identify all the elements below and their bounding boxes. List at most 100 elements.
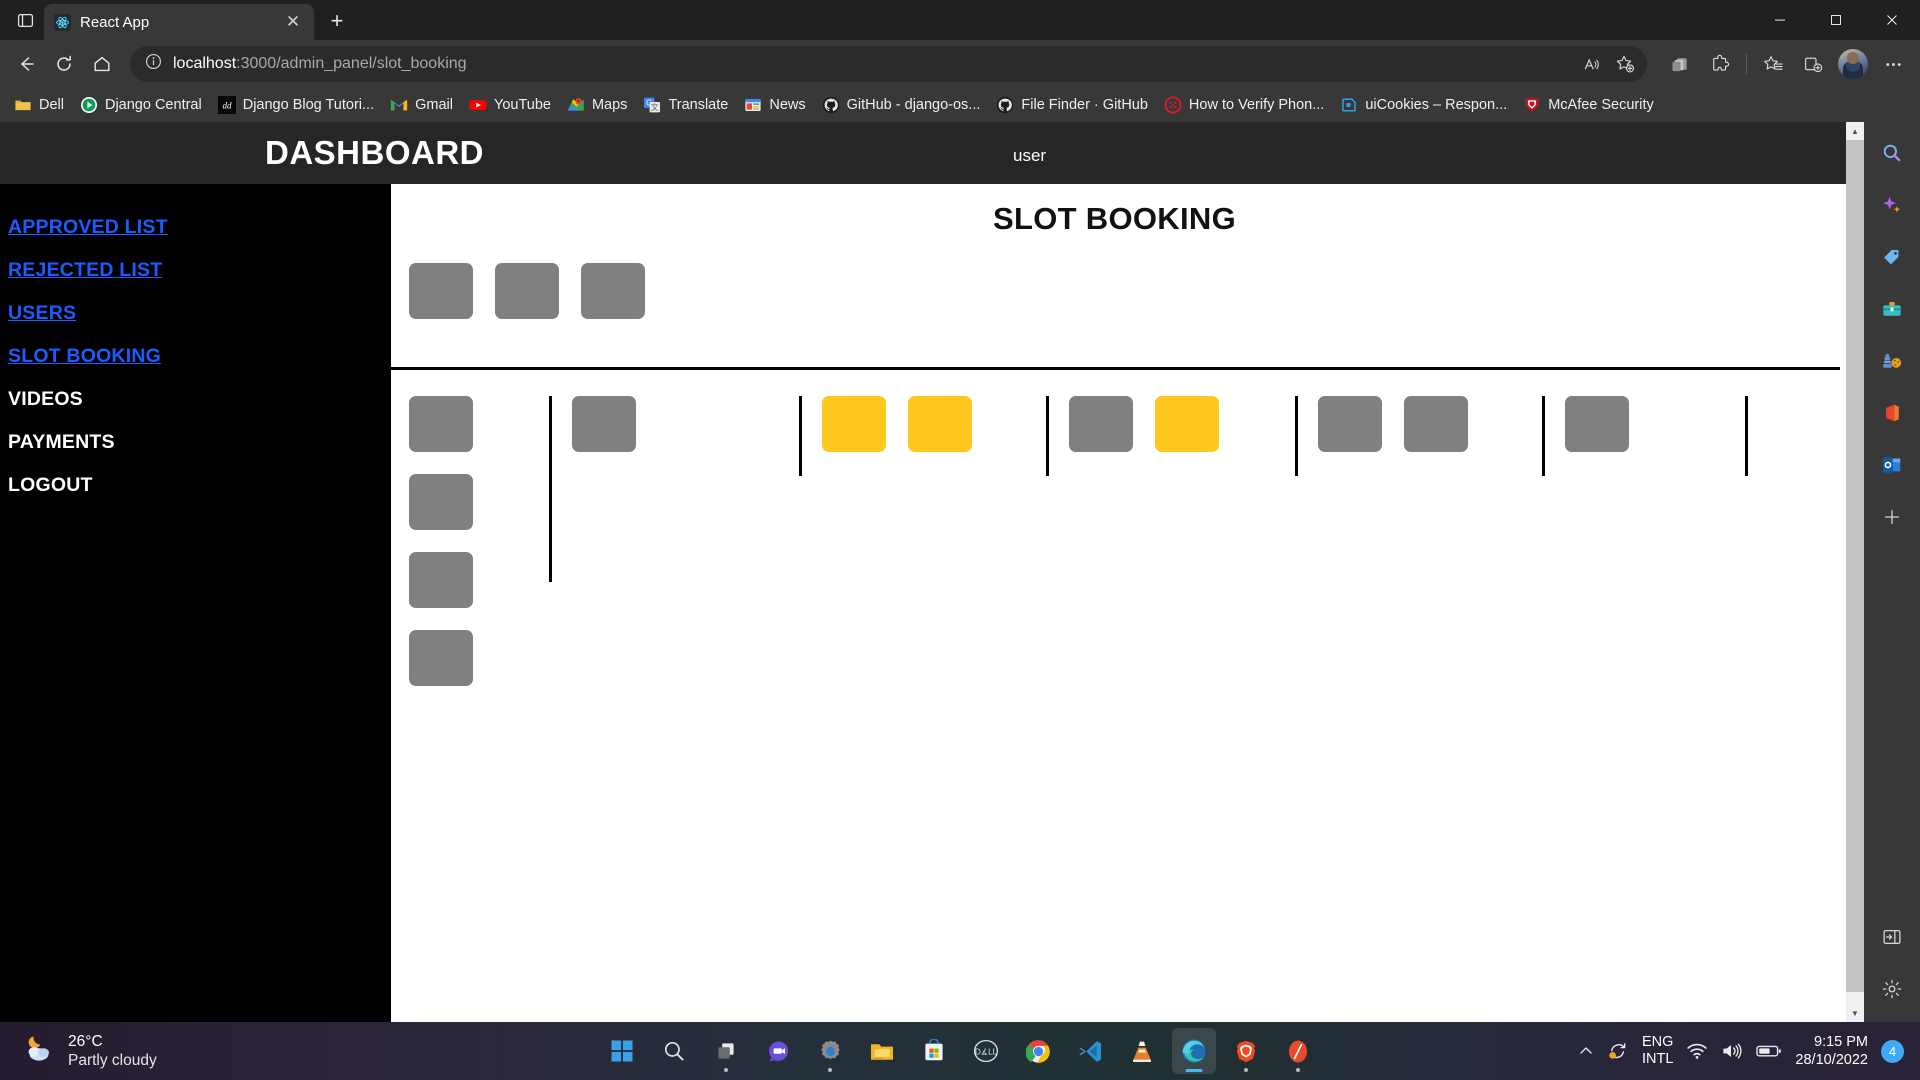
sidebar-item-payments[interactable]: PAYMENTS [0, 421, 391, 464]
dell-button[interactable]: D∡LL [964, 1028, 1008, 1074]
sidebar-item-approved-list[interactable]: APPROVED LIST [0, 206, 391, 249]
tab-actions-button[interactable] [6, 3, 44, 37]
microsoft-store-button[interactable] [912, 1028, 956, 1074]
slot-box[interactable] [495, 263, 559, 319]
maximize-button[interactable] [1808, 0, 1864, 40]
bookmark-item[interactable]: How to Verify Phon... [1156, 92, 1332, 118]
add-to-favorites-button[interactable] [1609, 49, 1641, 79]
bookmark-item[interactable]: dd Django Blog Tutori... [210, 92, 382, 118]
slot-box[interactable] [1565, 396, 1629, 452]
favorites-button[interactable] [1754, 46, 1792, 82]
bookmark-item[interactable]: News [736, 92, 813, 118]
show-hidden-icons-button[interactable] [1578, 1043, 1594, 1059]
network-button[interactable] [1686, 1042, 1708, 1060]
collections-button[interactable] [1661, 46, 1699, 82]
bookmark-item[interactable]: McAfee Security [1515, 92, 1662, 118]
bookmark-item[interactable]: uiCookies – Respon... [1332, 92, 1515, 118]
scrollbar-thumb[interactable] [1846, 140, 1864, 992]
slot-box-booked[interactable] [822, 396, 886, 452]
file-explorer-button[interactable] [860, 1028, 904, 1074]
office-icon[interactable] [1872, 396, 1912, 430]
slot-box-booked[interactable] [1155, 396, 1219, 452]
maximize-icon [1831, 15, 1841, 25]
folder-icon [14, 96, 32, 114]
volume-icon [1723, 1043, 1742, 1059]
home-button[interactable] [84, 46, 120, 82]
slot-box[interactable] [581, 263, 645, 319]
reload-button[interactable] [46, 46, 82, 82]
opera-gx-button[interactable] [1276, 1028, 1320, 1074]
sidebar-item-videos[interactable]: VIDEOS [0, 378, 391, 421]
sidebar-item-users[interactable]: USERS [0, 292, 391, 335]
browser-tab[interactable]: React App ✕ [44, 4, 314, 40]
minimize-button[interactable] [1752, 0, 1808, 40]
slot-box[interactable] [1318, 396, 1382, 452]
start-button[interactable] [600, 1028, 644, 1074]
vscode-button[interactable] [1068, 1028, 1112, 1074]
close-tab-button[interactable]: ✕ [282, 11, 304, 33]
bookmark-item[interactable]: GitHub - django-os... [814, 92, 989, 118]
sidebar-item-logout[interactable]: LOGOUT [0, 464, 391, 507]
page-scrollbar[interactable]: ▲ ▼ [1846, 122, 1864, 1022]
extensions-button[interactable] [1701, 46, 1739, 82]
slot-box[interactable] [1069, 396, 1133, 452]
vlc-button[interactable] [1120, 1028, 1164, 1074]
slot-box-booked[interactable] [908, 396, 972, 452]
slot-box[interactable] [409, 474, 473, 530]
scroll-down-arrow-icon[interactable]: ▼ [1846, 1004, 1864, 1022]
settings-button[interactable] [808, 1028, 852, 1074]
bookmark-item[interactable]: Dell [6, 92, 72, 118]
react-icon [54, 13, 71, 31]
slot-box[interactable] [409, 396, 473, 452]
sidebar-settings-icon[interactable] [1872, 972, 1912, 1006]
discover-copilot-icon[interactable] [1872, 188, 1912, 222]
search-icon[interactable] [1872, 136, 1912, 170]
onedrive-sync-icon[interactable] [1607, 1041, 1629, 1061]
edge-button[interactable] [1172, 1028, 1216, 1074]
slot-box[interactable] [409, 552, 473, 608]
volume-button[interactable] [1721, 1042, 1743, 1060]
task-view-button[interactable] [704, 1028, 748, 1074]
tools-icon[interactable] [1872, 292, 1912, 326]
info-icon[interactable] [144, 52, 163, 76]
taskbar-weather-widget[interactable]: 26°C Partly cloudy [0, 1032, 157, 1071]
address-bar[interactable]: localhost:3000/admin_panel/slot_booking [130, 46, 1647, 82]
close-window-button[interactable] [1864, 0, 1920, 40]
notification-badge[interactable]: 4 [1881, 1039, 1904, 1063]
dell-icon: D∡LL [973, 1039, 999, 1063]
split-screen-button[interactable] [1794, 46, 1832, 82]
new-tab-button[interactable]: + [320, 4, 354, 38]
slot-box[interactable] [409, 263, 473, 319]
outlook-icon[interactable] [1872, 448, 1912, 482]
brave-button[interactable] [1224, 1028, 1268, 1074]
back-button[interactable] [8, 46, 44, 82]
bookmark-item[interactable]: Gmail [382, 92, 461, 118]
bookmark-item[interactable]: YouTube [461, 92, 559, 118]
scroll-up-arrow-icon[interactable]: ▲ [1846, 122, 1864, 140]
read-aloud-button[interactable] [1575, 49, 1607, 79]
sidebar-item-slot-booking[interactable]: SLOT BOOKING [0, 335, 391, 378]
games-icon[interactable] [1872, 344, 1912, 378]
add-sidebar-app-icon[interactable] [1872, 500, 1912, 534]
clock-widget[interactable]: 9:15 PM 28/10/2022 [1795, 1033, 1868, 1069]
settings-and-more-button[interactable] [1874, 46, 1912, 82]
slot-box[interactable] [409, 630, 473, 686]
chat-teams-button[interactable] [756, 1028, 800, 1074]
bookmark-item[interactable]: G文 Translate [635, 92, 736, 118]
profile-button[interactable] [1834, 46, 1872, 82]
github-icon [822, 96, 840, 114]
shopping-tag-icon[interactable] [1872, 240, 1912, 274]
scrollbar-track[interactable] [1846, 140, 1864, 1004]
chrome-button[interactable] [1016, 1028, 1060, 1074]
language-indicator[interactable]: ENG INTL [1642, 1034, 1673, 1069]
slot-box[interactable] [1404, 396, 1468, 452]
search-button[interactable] [652, 1028, 696, 1074]
bookmark-item[interactable]: Maps [559, 92, 635, 118]
customize-sidebar-icon[interactable] [1872, 920, 1912, 954]
sidebar-item-rejected-list[interactable]: REJECTED LIST [0, 249, 391, 292]
avatar [1838, 49, 1868, 79]
bookmark-item[interactable]: File Finder · GitHub [988, 92, 1156, 118]
bookmark-item[interactable]: Django Central [72, 92, 210, 118]
slot-box[interactable] [572, 396, 636, 452]
battery-button[interactable] [1756, 1043, 1782, 1059]
